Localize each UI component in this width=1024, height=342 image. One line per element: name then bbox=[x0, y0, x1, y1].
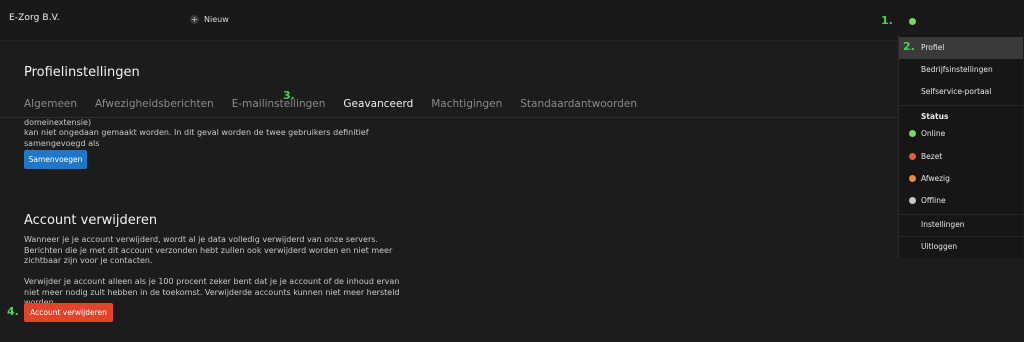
menu-item-label: Selfservice-portaal bbox=[921, 87, 992, 96]
tab-geavanceerd[interactable]: Geavanceerd bbox=[343, 98, 413, 110]
menu-item-profiel[interactable]: Profiel bbox=[899, 37, 1023, 59]
delete-account-button[interactable]: Account verwijderen bbox=[24, 303, 113, 322]
menu-item-instellingen[interactable]: Instellingen bbox=[899, 214, 1023, 236]
new-button[interactable]: + Nieuw bbox=[190, 15, 229, 24]
menu-item-label: Bedrijfsinstellingen bbox=[921, 65, 993, 74]
delete-account-title: Account verwijderen bbox=[24, 213, 158, 228]
page-title: Profielinstellingen bbox=[24, 65, 140, 80]
merge-button[interactable]: Samenvoegen bbox=[24, 150, 87, 169]
status-online[interactable]: Online bbox=[899, 123, 1023, 145]
menu-item-label: Profiel bbox=[921, 43, 945, 52]
status-afwezig[interactable]: Afwezig bbox=[899, 168, 1023, 190]
menu-item-uitloggen[interactable]: Uitloggen bbox=[899, 236, 1023, 258]
user-status-indicator[interactable] bbox=[909, 18, 916, 25]
status-label: Online bbox=[921, 129, 946, 138]
settings-tabs: Algemeen Afwezigheidsberichten E-mailins… bbox=[24, 98, 655, 110]
status-dot-icon bbox=[909, 153, 916, 160]
menu-item-label: Uitloggen bbox=[921, 242, 958, 251]
tab-algemeen[interactable]: Algemeen bbox=[24, 98, 77, 110]
company-name: E-Zorg B.V. bbox=[9, 13, 60, 23]
status-label: Bezet bbox=[921, 152, 943, 161]
status-label: Afwezig bbox=[921, 174, 950, 183]
user-menu-dropdown: Profiel Bedrijfsinstellingen Selfservice… bbox=[898, 35, 1023, 258]
status-heading: Status bbox=[921, 112, 949, 121]
status-label: Offline bbox=[921, 196, 946, 205]
menu-item-label: Instellingen bbox=[921, 220, 965, 229]
status-offline[interactable]: Offline bbox=[899, 190, 1023, 212]
new-button-label: Nieuw bbox=[204, 15, 229, 24]
status-dot-icon bbox=[909, 175, 916, 182]
status-bezet[interactable]: Bezet bbox=[899, 146, 1023, 168]
step-marker-1: 1. bbox=[881, 14, 893, 27]
tab-e-mailinstellingen[interactable]: E-mailinstellingen bbox=[232, 98, 326, 110]
app-window: E-Zorg B.V. + Nieuw 1. Profielinstelling… bbox=[0, 0, 1024, 342]
step-marker-2: 2. bbox=[903, 40, 915, 53]
menu-item-bedrijfsinstellingen[interactable]: Bedrijfsinstellingen bbox=[899, 59, 1023, 81]
tab-standaardantwoorden[interactable]: Standaardantwoorden bbox=[520, 98, 637, 110]
top-bar: E-Zorg B.V. + Nieuw 1. bbox=[0, 0, 1024, 41]
delete-warning-paragraph-1: Wanneer je je account verwijderd, wordt … bbox=[24, 235, 393, 265]
status-dot-icon bbox=[909, 197, 916, 204]
settings-header: Profielinstellingen 3. Algemeen Afwezigh… bbox=[0, 41, 898, 118]
menu-item-selfservice-portaal[interactable]: Selfservice-portaal bbox=[899, 81, 1023, 103]
merge-warning-line-2: kan niet ongedaan gemaakt worden. In dit… bbox=[24, 128, 369, 148]
delete-account-description: Wanneer je je account verwijderd, wordt … bbox=[24, 235, 402, 309]
tab-afwezigheidsberichten[interactable]: Afwezigheidsberichten bbox=[95, 98, 214, 110]
plus-icon: + bbox=[190, 15, 199, 24]
tab-machtigingen[interactable]: Machtigingen bbox=[431, 98, 502, 110]
step-marker-4: 4. bbox=[7, 305, 19, 318]
status-dot-icon bbox=[909, 130, 916, 137]
menu-divider bbox=[899, 105, 1023, 106]
